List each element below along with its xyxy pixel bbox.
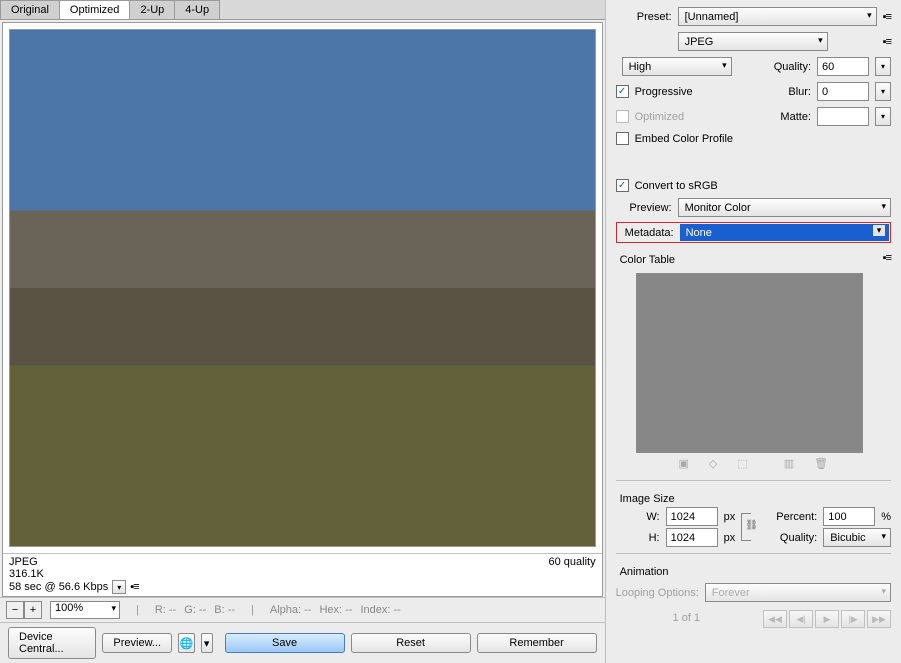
ct-trash-icon[interactable]: 🗑 — [814, 457, 828, 470]
height-unit: px — [724, 532, 736, 544]
preset-label: Preset: — [616, 11, 672, 23]
tab-original[interactable]: Original — [0, 0, 60, 19]
zoom-out-button[interactable]: − — [6, 601, 24, 619]
width-field[interactable]: 1024 — [666, 507, 718, 526]
quality-label: Quality: — [755, 61, 811, 73]
tab-4up[interactable]: 4-Up — [174, 0, 220, 19]
constrain-proportions-icon[interactable] — [741, 513, 751, 541]
matte-menu[interactable]: ▾ — [875, 107, 891, 126]
optimized-checkbox — [616, 110, 629, 123]
metadata-row: Metadata: None — [616, 222, 891, 243]
animation-title: Animation — [620, 566, 891, 578]
status-time: 58 sec @ 56.6 Kbps — [9, 581, 108, 593]
color-table-title: Color Table — [620, 254, 675, 266]
anim-first-button: ◀◀ — [763, 610, 787, 628]
anim-last-button: ▶▶ — [867, 610, 891, 628]
metadata-select[interactable]: None — [680, 224, 889, 241]
preview-profile-select[interactable]: Monitor Color — [678, 198, 891, 217]
image-size-title: Image Size — [620, 493, 891, 505]
anim-play-button: ▶ — [815, 610, 839, 628]
readout-alpha: Alpha: -- — [270, 604, 312, 616]
matte-label: Matte: — [755, 111, 811, 123]
blur-stepper[interactable]: ▾ — [875, 82, 891, 101]
optimized-label: Optimized — [635, 111, 685, 123]
preset-menu[interactable]: ▪≡ — [883, 11, 891, 23]
status-menu[interactable]: ▪≡ — [130, 581, 138, 593]
readout-hex: Hex: -- — [319, 604, 352, 616]
bottom-toolbar: − + 100% | R: -- G: -- B: -- | Alpha: --… — [0, 597, 605, 622]
readout-g: G: -- — [184, 604, 206, 616]
preview-profile-label: Preview: — [616, 202, 672, 214]
height-label: H: — [620, 532, 660, 544]
height-field[interactable]: 1024 — [666, 528, 718, 547]
readout-r: R: -- — [155, 604, 176, 616]
format-select[interactable]: JPEG — [678, 32, 828, 51]
percent-label: Percent: — [761, 511, 817, 523]
metadata-label: Metadata: — [618, 227, 674, 239]
looping-label: Looping Options: — [616, 587, 699, 599]
save-button[interactable]: Save — [225, 633, 345, 653]
readout-b: B: -- — [214, 604, 235, 616]
remember-button[interactable]: Remember — [477, 633, 597, 653]
device-central-button[interactable]: Device Central... — [8, 627, 96, 659]
browser-preview-icon[interactable]: 🌐 — [178, 633, 195, 653]
anim-prev-button: ◀| — [789, 610, 813, 628]
convert-srgb-label: Convert to sRGB — [635, 180, 718, 192]
frame-info: 1 of 1 — [616, 612, 757, 624]
optimize-menu[interactable]: ▪≡ — [883, 36, 891, 48]
ct-lock-icon[interactable]: ◇ — [709, 457, 717, 470]
compression-select[interactable]: High — [622, 57, 732, 76]
matte-swatch[interactable] — [817, 107, 869, 126]
quality-field[interactable]: 60 — [817, 57, 869, 76]
image-preview[interactable] — [9, 29, 596, 547]
status-bar: JPEG 60 quality 316.1K 58 sec @ 56.6 Kbp… — [3, 553, 602, 596]
progressive-label: Progressive — [635, 86, 693, 98]
blur-field[interactable]: 0 — [817, 82, 869, 101]
percent-field[interactable]: 100 — [823, 507, 875, 526]
quality-stepper[interactable]: ▾ — [875, 57, 891, 76]
looping-select: Forever — [705, 583, 891, 602]
percent-suffix: % — [881, 511, 891, 523]
ct-new-icon[interactable]: ▥ — [784, 457, 794, 470]
resample-quality-select[interactable]: Bicubic — [823, 528, 891, 547]
tab-2up[interactable]: 2-Up — [129, 0, 175, 19]
reset-button[interactable]: Reset — [351, 633, 471, 653]
anim-next-button: |▶ — [841, 610, 865, 628]
tab-optimized[interactable]: Optimized — [59, 0, 131, 19]
embed-profile-checkbox[interactable] — [616, 132, 629, 145]
status-format: JPEG — [9, 556, 38, 568]
zoom-select[interactable]: 100% — [50, 601, 120, 619]
status-quality: 60 quality — [549, 556, 596, 568]
status-size: 316.1K — [9, 568, 44, 580]
convert-srgb-checkbox[interactable]: ✓ — [616, 179, 629, 192]
width-label: W: — [620, 511, 660, 523]
progressive-checkbox[interactable]: ✓ — [616, 85, 629, 98]
transfer-rate-menu[interactable]: ▾ — [112, 580, 126, 594]
preview-button[interactable]: Preview... — [102, 633, 172, 653]
color-table-menu[interactable]: ▪≡ — [883, 252, 891, 264]
ct-eyedropper-icon[interactable]: ▣ — [678, 457, 688, 470]
zoom-in-button[interactable]: + — [24, 601, 42, 619]
resample-quality-label: Quality: — [761, 532, 817, 544]
width-unit: px — [724, 511, 736, 523]
color-table-toolbar: ▣ ◇ ⬚ ▥ 🗑 — [616, 457, 891, 470]
image-area: JPEG 60 quality 316.1K 58 sec @ 56.6 Kbp… — [2, 22, 603, 597]
ct-shift-icon[interactable]: ⬚ — [737, 457, 747, 470]
view-tabs: Original Optimized 2-Up 4-Up — [0, 0, 605, 20]
readout-index: Index: -- — [360, 604, 400, 616]
browser-preview-menu[interactable]: ▾ — [201, 633, 213, 653]
color-table — [636, 273, 863, 453]
preset-select[interactable]: [Unnamed] — [678, 7, 877, 26]
blur-label: Blur: — [755, 86, 811, 98]
embed-profile-label: Embed Color Profile — [635, 133, 733, 145]
